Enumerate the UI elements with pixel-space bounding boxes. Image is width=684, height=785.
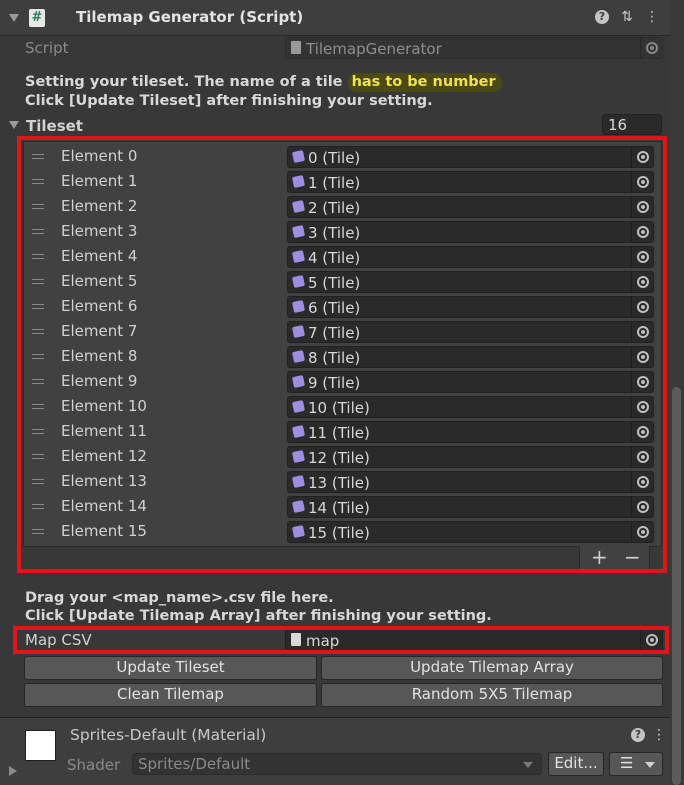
material-help-icon[interactable]: ? <box>631 728 645 742</box>
shader-edit-button[interactable]: Edit... <box>548 752 604 776</box>
clean-tilemap-button[interactable]: Clean Tilemap <box>24 683 317 707</box>
dropdown-arrow-icon <box>523 762 533 768</box>
shader-label: Shader <box>67 756 121 774</box>
help-text: Setting your tileset. The name of a tile <box>25 74 348 90</box>
tileset-foldout-arrow-icon[interactable] <box>9 121 19 129</box>
list-icon: ☰ <box>620 754 634 772</box>
annotation-highlight-map-csv <box>13 626 669 654</box>
foldout-arrow-icon[interactable] <box>9 14 19 22</box>
update-tilemap-array-button[interactable]: Update Tilemap Array <box>321 656 663 680</box>
object-picker-icon <box>640 38 662 58</box>
scrollbar-thumb[interactable] <box>672 387 681 785</box>
tileset-help-line-2: Click [Update Tileset] after finishing y… <box>25 93 433 109</box>
random-tilemap-button[interactable]: Random 5X5 Tilemap <box>321 683 663 707</box>
csv-help-line-1: Drag your <map_name>.csv file here. <box>25 590 334 606</box>
update-tileset-button[interactable]: Update Tileset <box>24 656 317 680</box>
shader-value: Sprites/Default <box>138 755 251 773</box>
shader-dropdown[interactable]: Sprites/Default <box>132 753 542 775</box>
material-title: Sprites-Default (Material) <box>70 726 267 744</box>
script-file-icon <box>291 41 301 54</box>
tileset-size-input[interactable]: 16 <box>602 114 662 135</box>
menu-kebab-icon[interactable]: ⋮ <box>644 9 660 25</box>
shader-list-button[interactable]: ☰ <box>609 752 663 776</box>
chevron-down-icon <box>645 762 655 768</box>
presets-icon[interactable]: ⇅ <box>619 9 635 25</box>
script-icon: # <box>29 9 45 27</box>
component-title: Tilemap Generator (Script) <box>76 8 304 26</box>
script-value: TilemapGenerator <box>306 40 442 58</box>
help-highlight: has to be number <box>347 73 502 92</box>
tileset-label[interactable]: Tileset <box>26 117 83 135</box>
material-foldout-icon[interactable] <box>9 766 17 776</box>
help-icon[interactable]: ? <box>595 10 609 24</box>
tileset-size-value: 16 <box>608 116 628 134</box>
script-field: TilemapGenerator <box>285 37 663 59</box>
tileset-help-line-1: Setting your tileset. The name of a tile… <box>25 73 502 92</box>
annotation-highlight-tileset <box>17 136 667 573</box>
material-preview-swatch <box>25 730 56 761</box>
script-label: Script <box>25 39 69 57</box>
csv-help-line-2: Click [Update Tilemap Array] after finis… <box>25 608 492 624</box>
material-menu-icon[interactable]: ⋮ <box>651 727 667 743</box>
